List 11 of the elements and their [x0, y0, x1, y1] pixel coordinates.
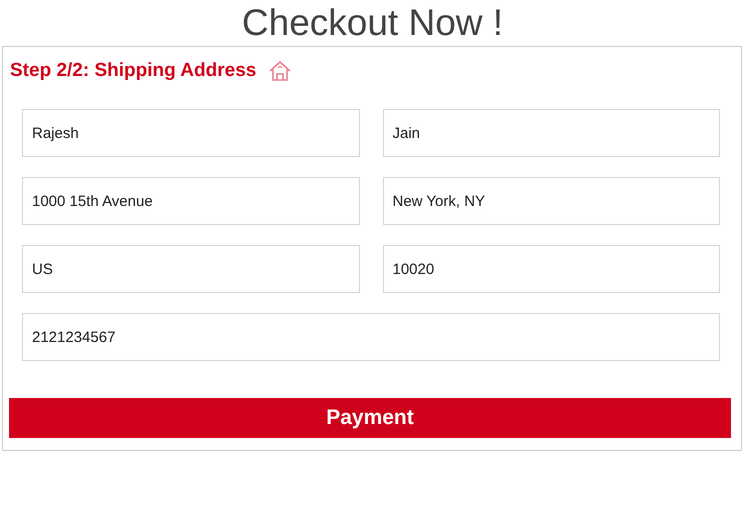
step-heading: Step 2/2: Shipping Address [10, 60, 256, 82]
input-field[interactable]: 10020 [382, 245, 720, 293]
input-field[interactable]: US [22, 245, 360, 293]
input-field[interactable]: 1000 15th Avenue [22, 177, 360, 225]
house-icon [268, 59, 292, 83]
page-title: Checkout Now ! [240, 1, 504, 45]
payment-button[interactable]: Payment [9, 398, 731, 438]
input-field[interactable]: New York, NY [382, 177, 720, 225]
input-field[interactable]: 2121234567 [22, 313, 720, 361]
input-field[interactable]: Rajesh [22, 109, 360, 157]
input-field[interactable]: Jain [382, 109, 720, 157]
